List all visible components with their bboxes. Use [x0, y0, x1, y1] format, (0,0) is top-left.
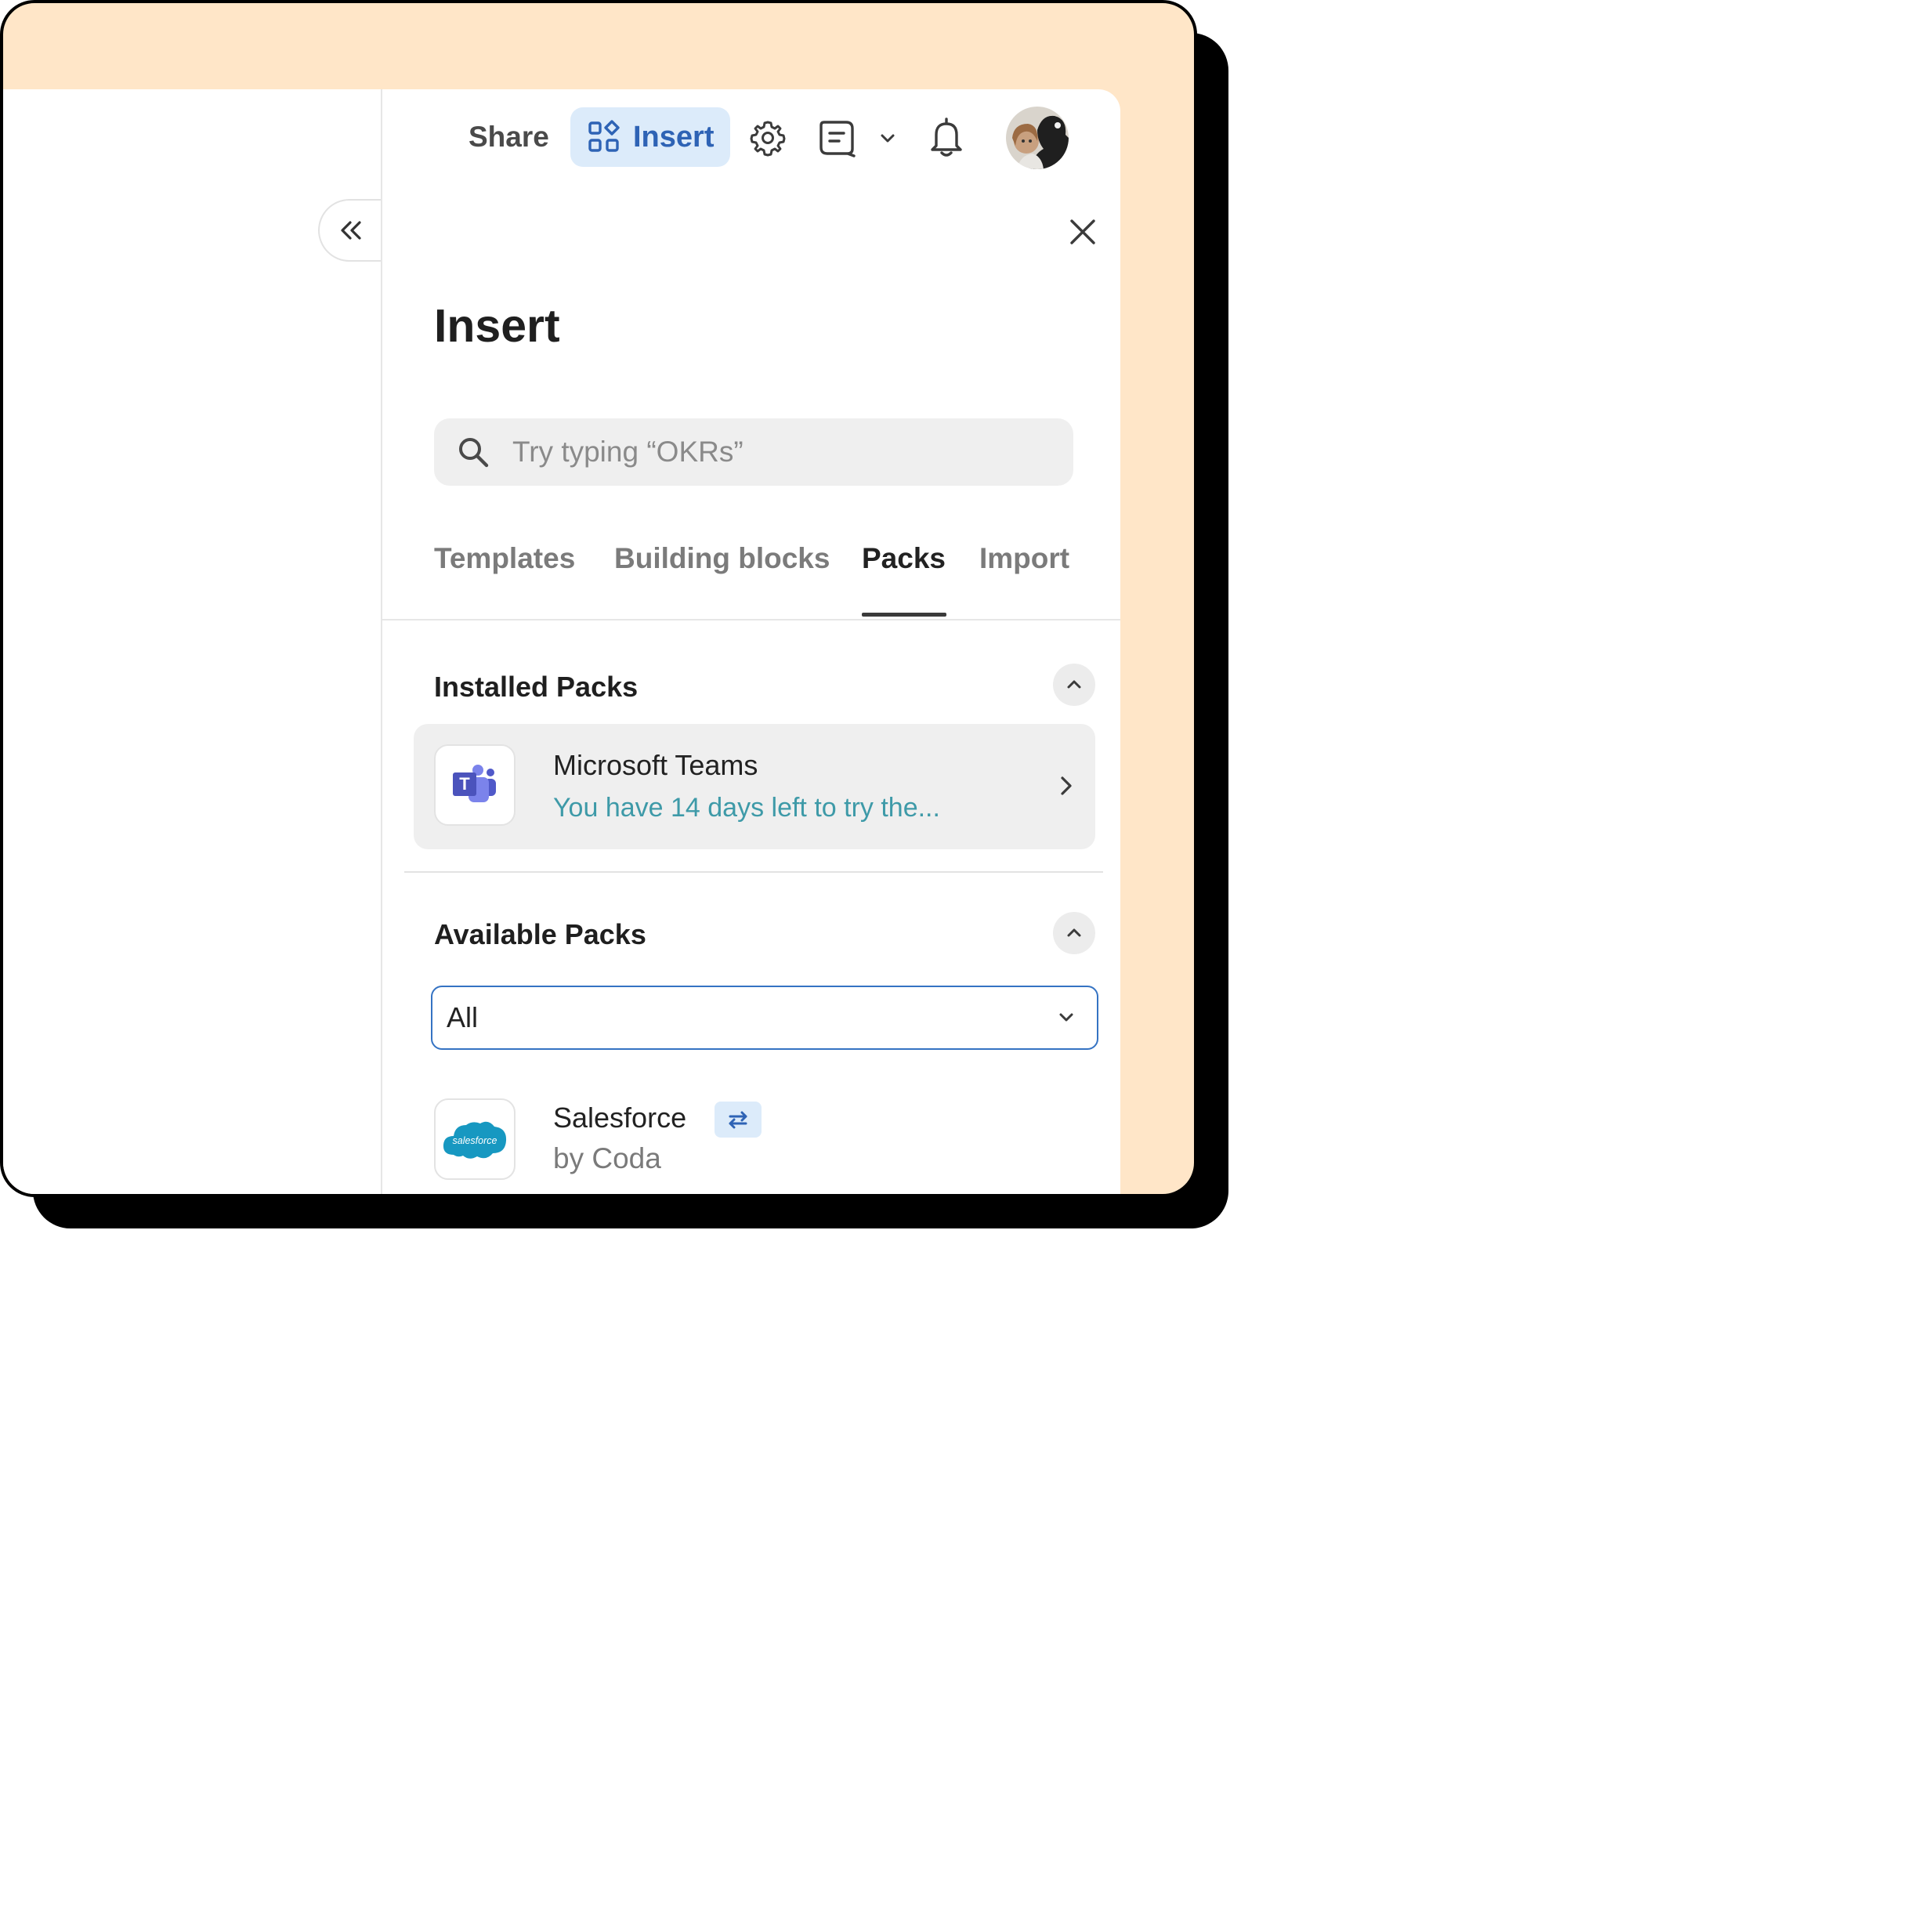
section-divider: [404, 871, 1103, 873]
pack-trial-status: You have 14 days left to try the...: [553, 793, 940, 823]
collapse-installed-button[interactable]: [1053, 664, 1095, 706]
double-chevron-left-icon: [341, 221, 361, 240]
search-field[interactable]: [434, 418, 1073, 486]
pack-author: by Coda: [553, 1142, 661, 1174]
chevron-right-icon: [1061, 776, 1072, 795]
avatar[interactable]: [1006, 107, 1069, 169]
bell-icon: [931, 118, 962, 157]
comment-icon: [819, 121, 856, 157]
tab-building-blocks[interactable]: Building blocks: [614, 542, 830, 575]
chevron-down-icon: [881, 134, 895, 143]
active-tab-indicator: [862, 613, 946, 617]
tab-templates[interactable]: Templates: [434, 542, 575, 575]
teams-logo-letter: T: [459, 774, 470, 794]
collapse-available-button[interactable]: [1053, 912, 1095, 954]
gear-icon: [750, 121, 786, 157]
insert-button[interactable]: Insert: [570, 107, 730, 167]
sync-badge: [715, 1102, 762, 1138]
search-input[interactable]: [511, 435, 1047, 469]
app-window: Share Insert Insert Try typing “OKRs” Te…: [0, 0, 1197, 1197]
document-canvas[interactable]: [3, 89, 381, 1194]
collapse-panel-button[interactable]: [318, 199, 382, 262]
salesforce-cloud-icon: salesforce: [443, 1121, 507, 1159]
panel-title: Insert: [434, 300, 560, 352]
microsoft-teams-icon: T: [453, 765, 496, 802]
user-photo-icon: [1006, 107, 1069, 169]
comments-menu-button[interactable]: [874, 125, 901, 152]
pack-name: Salesforce: [553, 1102, 687, 1134]
tab-import[interactable]: Import: [979, 542, 1069, 575]
notifications-button[interactable]: [924, 114, 968, 160]
pack-category-select[interactable]: All: [431, 986, 1098, 1050]
tab-packs[interactable]: Packs: [862, 542, 946, 575]
settings-button[interactable]: [746, 116, 790, 160]
available-packs-heading: Available Packs: [434, 918, 646, 950]
search-icon: [459, 438, 489, 468]
share-button[interactable]: Share: [469, 121, 549, 154]
salesforce-logo: salesforce: [434, 1098, 516, 1180]
close-panel-button[interactable]: [1064, 213, 1102, 251]
select-value: All: [447, 1001, 479, 1033]
installed-pack-item[interactable]: T Microsoft Teams You have 14 days left …: [414, 724, 1095, 849]
insert-panel: Share Insert Insert Try typing “OKRs” Te…: [381, 89, 1120, 1194]
sync-arrows-icon: [729, 1111, 747, 1129]
tab-bar: Templates Building blocks Packs Import: [382, 528, 1120, 620]
top-toolbar: Share Insert: [382, 105, 1120, 169]
comments-button[interactable]: [815, 116, 859, 160]
pack-name: Microsoft Teams: [553, 749, 758, 781]
chevron-up-icon: [1067, 680, 1081, 689]
teams-logo: T: [434, 744, 516, 826]
close-icon: [1070, 219, 1095, 244]
salesforce-logo-text: salesforce: [453, 1135, 497, 1146]
blocks-icon: [588, 120, 620, 152]
chevron-down-icon: [1059, 1013, 1073, 1022]
installed-packs-heading: Installed Packs: [434, 671, 639, 703]
chevron-up-icon: [1067, 928, 1081, 937]
insert-button-label: Insert: [633, 120, 715, 154]
